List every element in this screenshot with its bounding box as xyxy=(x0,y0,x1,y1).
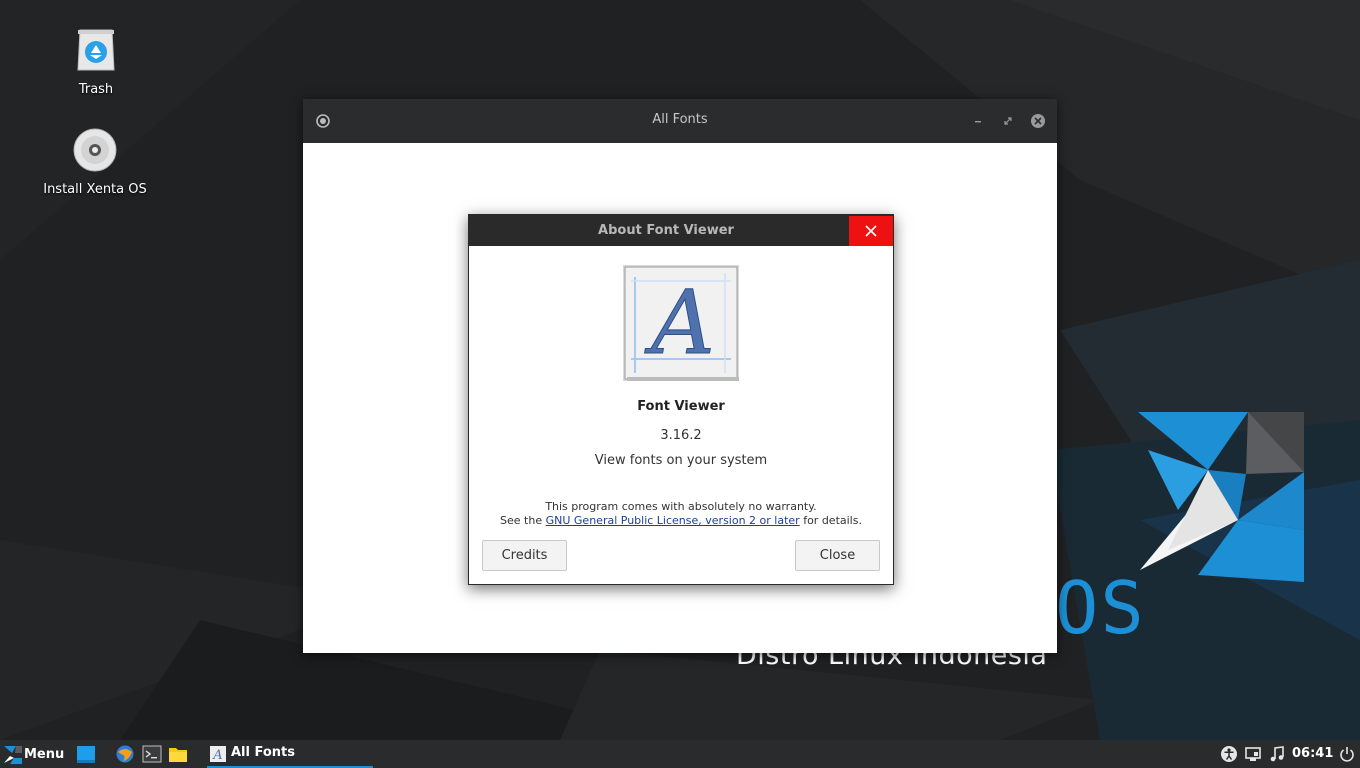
network-icon[interactable] xyxy=(1244,745,1262,763)
terminal-icon[interactable] xyxy=(142,744,162,764)
about-dialog: About Font Viewer A Font Viewer 3.16.2 V… xyxy=(468,214,894,585)
license-suffix: for details. xyxy=(799,514,862,527)
license-line: See the GNU General Public License, vers… xyxy=(469,514,893,527)
desktop-icon-trash[interactable]: Trash xyxy=(41,26,151,97)
maximize-icon[interactable] xyxy=(999,112,1017,130)
window-titlebar[interactable]: All Fonts xyxy=(303,99,1057,143)
font-viewer-icon: A xyxy=(210,746,226,762)
clock[interactable]: 06:41 xyxy=(1292,746,1333,761)
close-button[interactable]: Close xyxy=(795,540,880,571)
taskbar-item-all-fonts[interactable]: A All Fonts xyxy=(207,740,373,768)
taskbar-item-label: All Fonts xyxy=(231,745,295,760)
menu-button[interactable]: Menu xyxy=(4,744,68,766)
desktop-icon-label: Trash xyxy=(78,82,114,97)
sound-icon[interactable] xyxy=(1268,745,1286,763)
dialog-close-button[interactable] xyxy=(849,216,893,246)
xenta-menu-icon xyxy=(4,746,22,764)
disc-icon xyxy=(73,128,117,172)
app-name: Font Viewer xyxy=(637,399,725,414)
window-title: All Fonts xyxy=(652,112,708,127)
desktop-icon-label: Install Xenta OS xyxy=(43,182,147,197)
desktop-icon-install[interactable]: Install Xenta OS xyxy=(40,126,150,197)
dialog-titlebar[interactable]: About Font Viewer xyxy=(469,215,893,246)
xenta-logo-icon xyxy=(1138,412,1304,582)
close-icon[interactable] xyxy=(1029,112,1047,130)
browser-icon[interactable] xyxy=(115,744,135,764)
close-icon xyxy=(865,225,877,237)
credits-button[interactable]: Credits xyxy=(482,540,567,571)
license-prefix: See the xyxy=(500,514,546,527)
app-version: 3.16.2 xyxy=(660,428,702,443)
app-description: View fonts on your system xyxy=(594,453,768,468)
font-viewer-app-icon: A xyxy=(623,265,739,381)
accessibility-icon[interactable] xyxy=(1220,745,1238,763)
warranty-text: This program comes with absolutely no wa… xyxy=(545,500,817,513)
menu-label: Menu xyxy=(24,747,65,762)
power-icon[interactable] xyxy=(1338,745,1356,763)
wallpaper-os-text: OS xyxy=(1055,566,1146,650)
taskbar: Menu A All Fonts 06:41 xyxy=(0,740,1360,768)
svg-text:A: A xyxy=(644,271,715,374)
license-link[interactable]: GNU General Public License, version 2 or… xyxy=(546,514,800,527)
svg-text:A: A xyxy=(212,748,222,762)
minimize-icon[interactable] xyxy=(969,112,987,130)
show-desktop-icon[interactable] xyxy=(76,744,96,764)
files-icon[interactable] xyxy=(168,744,188,764)
dialog-title: About Font Viewer xyxy=(598,223,734,238)
trash-icon xyxy=(77,29,115,71)
